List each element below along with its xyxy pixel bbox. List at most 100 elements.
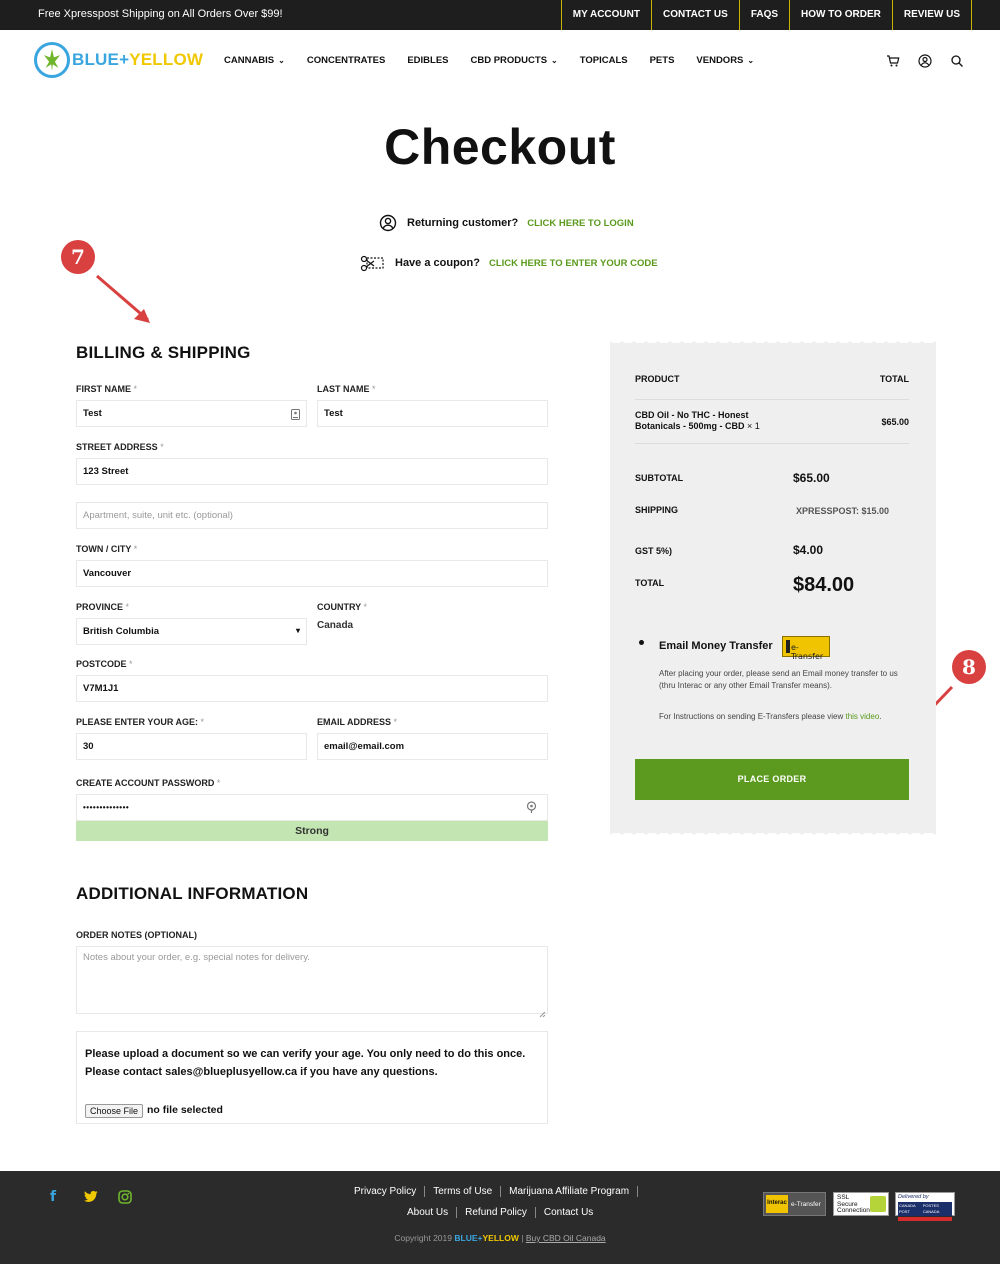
footer-links-row-2: About Us Refund Policy Contact Us [399,1207,601,1218]
nav-cannabis[interactable]: CANNABIS ⌄ [224,55,285,66]
age-label: PLEASE ENTER YOUR AGE: * [76,717,205,727]
street-address-input[interactable]: 123 Street [76,458,548,485]
canada-post-badge: Delivered by CANADA POST POSTES CANADA [895,1192,955,1221]
top-bar: Free Xpresspost Shipping on All Orders O… [0,0,1000,30]
instagram-icon[interactable] [118,1190,132,1204]
footer-contact-us-link[interactable]: Contact Us [536,1207,601,1218]
page-title: Checkout [384,119,616,175]
total-value: $84.00 [793,574,855,596]
nav-concentrates[interactable]: CONCENTRATES [307,55,385,66]
summary-zigzag-top [610,341,936,345]
step-7-arrow [96,274,150,323]
summary-divider [635,443,909,444]
how-to-order-link[interactable]: HOW TO ORDER [790,0,893,30]
order-notes-textarea[interactable]: Notes about your order, e.g. special not… [76,946,548,1014]
about-us-link[interactable]: About Us [399,1207,458,1218]
subtotal-label: SUBTOTAL [635,473,684,483]
padlock-icon [870,1196,886,1212]
summary-zigzag-bottom [610,831,936,835]
user-icon[interactable] [918,54,932,68]
email-input[interactable]: email@email.com [317,733,548,760]
interac-etransfer-badge: Interac e-Transfer [763,1192,826,1216]
order-item-total: $65.00 [881,417,909,427]
user-circle-icon [379,214,397,232]
top-links: MY ACCOUNT CONTACT US FAQS HOW TO ORDER … [560,0,972,30]
additional-info-title: ADDITIONAL INFORMATION [76,884,309,903]
refund-policy-link[interactable]: Refund Policy [457,1207,536,1218]
nav-cbd-products[interactable]: CBD PRODUCTS ⌄ [471,55,558,66]
header-icons [886,54,964,68]
etransfer-logo: e-Transfer [782,636,830,661]
terms-of-use-link[interactable]: Terms of Use [425,1186,502,1197]
ssl-secure-badge: SSL Secure Connection [833,1192,889,1216]
affiliate-program-link[interactable]: Marijuana Affiliate Program [501,1186,639,1197]
country-label: COUNTRY * [317,602,368,612]
apartment-input[interactable]: Apartment, suite, unit etc. (optional) [76,502,548,529]
shipping-label: SHIPPING [635,505,679,515]
my-account-link[interactable]: MY ACCOUNT [562,0,652,30]
age-input[interactable]: 30 [76,733,307,760]
resize-handle-icon[interactable] [539,1005,546,1023]
subtotal-value: $65.00 [793,471,830,485]
gst-label: GST 5%) [635,546,673,556]
age-verification-upload: Please upload a document so we can verif… [76,1031,548,1124]
payment-instructions: For Instructions on sending E-Transfers … [659,712,882,721]
chevron-down-icon: ⌄ [747,56,755,65]
search-icon[interactable] [950,54,964,68]
password-key-icon[interactable] [526,801,537,819]
site-logo[interactable]: BLUE+YELLOW [34,42,203,80]
last-name-label: LAST NAME * [317,384,376,394]
site-header: BLUE+YELLOW CANNABIS ⌄ CONCENTRATES EDIBL… [0,30,1000,92]
postcode-input[interactable]: V7M1J1 [76,675,548,702]
last-name-input[interactable]: Test [317,400,548,427]
nav-edibles[interactable]: EDIBLES [407,55,448,66]
nav-pets[interactable]: PETS [650,55,675,66]
gst-value: $4.00 [793,543,824,557]
autofill-contact-icon[interactable] [291,407,300,425]
choose-file-button[interactable]: Choose File [85,1104,144,1118]
password-input[interactable]: •••••••••••••• [76,794,548,821]
file-status: no file selected [147,1104,223,1116]
billing-title: BILLING & SHIPPING [76,343,251,362]
canada-post-stripe [898,1217,952,1221]
first-name-input[interactable]: Test [76,400,307,427]
contact-us-link[interactable]: CONTACT US [652,0,740,30]
dropdown-caret-icon: ▾ [295,626,300,635]
facebook-icon[interactable]: f [50,1190,64,1204]
payment-radio[interactable] [639,640,644,645]
order-notes-label: ORDER NOTES (OPTIONAL) [76,930,197,940]
nav-vendors[interactable]: VENDORS ⌄ [696,55,754,66]
coupon-notice: Have a coupon? CLICK HERE TO ENTER YOUR … [359,254,658,272]
social-links: f [50,1190,132,1204]
twitter-icon[interactable] [84,1190,98,1204]
enter-coupon-link[interactable]: CLICK HERE TO ENTER YOUR CODE [489,258,658,269]
first-name-label: FIRST NAME * [76,384,138,394]
password-label: CREATE ACCOUNT PASSWORD * [76,778,221,788]
login-link[interactable]: CLICK HERE TO LOGIN [527,218,633,229]
returning-customer-label: Returning customer? [407,217,519,229]
leaf-logo-icon [34,42,70,78]
shipping-value: XPRESSPOST: $15.00 [796,506,890,516]
faqs-link[interactable]: FAQS [740,0,791,30]
chevron-down-icon: ⌄ [278,56,285,65]
password-strength-meter: Strong [76,821,548,841]
privacy-policy-link[interactable]: Privacy Policy [346,1186,426,1197]
province-select[interactable]: British Columbia ▾ [76,618,307,645]
order-item-name: CBD Oil - No THC - Honest Botanicals - 5… [635,410,760,431]
footer-links-row-1: Privacy Policy Terms of Use Marijuana Af… [346,1186,639,1197]
nav-topicals[interactable]: TOPICALS [580,55,628,66]
payment-method-label[interactable]: Email Money Transfer [659,640,773,652]
cart-icon[interactable] [886,54,900,68]
instructions-video-link[interactable]: this video [845,712,879,721]
buy-cbd-oil-link[interactable]: Buy CBD Oil Canada [526,1233,606,1243]
city-input[interactable]: Vancouver [76,560,548,587]
step-8-badge: 8 [952,650,986,684]
coupon-label: Have a coupon? [395,257,480,269]
place-order-button[interactable]: PLACE ORDER [635,759,909,800]
coupon-scissors-icon [359,254,385,272]
site-footer: f Privacy Policy Terms of Use Marijuana … [0,1171,1000,1264]
summary-divider [635,399,909,400]
review-us-link[interactable]: REVIEW US [893,0,972,30]
main-nav: CANNABIS ⌄ CONCENTRATES EDIBLES CBD PRODU… [224,55,776,66]
step-7-badge: 7 [61,240,95,274]
